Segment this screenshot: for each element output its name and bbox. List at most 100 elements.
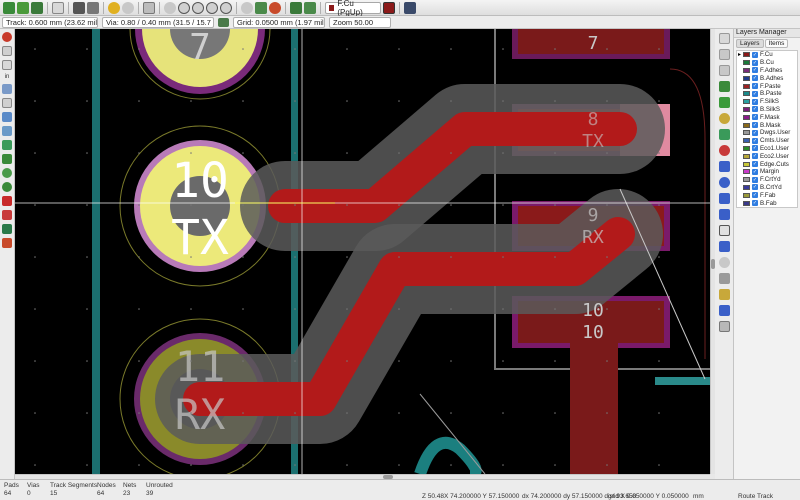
zone-fill-icon[interactable] xyxy=(2,140,12,150)
layer-row-b-mask[interactable]: ✓ B.Mask xyxy=(737,121,797,129)
layers-toggle-icon[interactable] xyxy=(2,224,12,234)
layer-row-b-cu[interactable]: ✓ B.Cu xyxy=(737,59,797,67)
pcb-drawing[interactable]: 7 10 TX 11 RX 7 8 TX 9 RX 10 10 xyxy=(15,29,710,474)
layer-color-swatch[interactable] xyxy=(743,177,750,183)
microwave-tools-icon[interactable] xyxy=(2,238,12,248)
set-origin-icon[interactable] xyxy=(718,289,730,300)
layer-row-b-crtyd[interactable]: ✓ B.CrtYd xyxy=(737,184,797,192)
layer-color-swatch[interactable] xyxy=(743,138,750,144)
layer-row-eco1-user[interactable]: ✓ Eco1.User xyxy=(737,145,797,153)
layer-visibility-checkbox[interactable]: ✓ xyxy=(752,90,758,97)
cursor-shape-icon[interactable] xyxy=(2,98,12,108)
layer-row-b-fab[interactable]: ✓ B.Fab xyxy=(737,199,797,207)
route-track-icon[interactable] xyxy=(718,97,730,108)
layer-row-f-crtyd[interactable]: ✓ F.CrtYd xyxy=(737,176,797,184)
grid-origin-icon[interactable] xyxy=(718,305,730,316)
layer-row-f-cu[interactable]: ▸ ✓ F.Cu xyxy=(737,51,797,59)
layer-visibility-checkbox[interactable]: ✓ xyxy=(752,106,758,113)
track-width-select[interactable]: Track: 0.600 mm (23.62 mils) ▾ xyxy=(2,16,98,28)
tab-layers[interactable]: Layers xyxy=(736,39,764,48)
zone-outline-icon[interactable] xyxy=(2,154,12,164)
drc-icon[interactable] xyxy=(269,1,281,14)
layer-row-f-mask[interactable]: ✓ F.Mask xyxy=(737,113,797,121)
layer-color-swatch[interactable] xyxy=(743,145,750,151)
layer-color-swatch[interactable] xyxy=(743,184,750,190)
via-size-select[interactable]: Via: 0.80 / 0.40 mm (31.5 / 15.7 mils) ▾ xyxy=(102,16,214,28)
grid-select[interactable]: Grid: 0.0500 mm (1.97 mils) xyxy=(233,16,325,28)
layer-row-f-fab[interactable]: ✓ F.Fab xyxy=(737,191,797,199)
layer-color-swatch[interactable] xyxy=(743,99,750,105)
undo-icon[interactable] xyxy=(108,1,120,14)
layer-color-swatch[interactable] xyxy=(743,200,750,206)
zoom-out-icon[interactable] xyxy=(192,1,204,14)
add-line-icon[interactable] xyxy=(718,161,730,172)
zoom-area-icon[interactable] xyxy=(220,1,232,14)
layer-visibility-checkbox[interactable]: ✓ xyxy=(752,114,758,121)
layer-color-swatch[interactable] xyxy=(743,122,750,128)
layer-visibility-checkbox[interactable]: ✓ xyxy=(752,122,758,129)
footprint-editor-icon[interactable] xyxy=(290,1,302,14)
grid-toggle-icon[interactable] xyxy=(2,46,12,56)
add-footprint-icon[interactable] xyxy=(718,81,730,92)
layer-pair-icon[interactable] xyxy=(383,1,395,14)
pad-sketch-icon[interactable] xyxy=(2,168,12,178)
track-tx[interactable] xyxy=(240,84,665,251)
redo-icon[interactable] xyxy=(122,1,134,14)
layer-visibility-checkbox[interactable]: ✓ xyxy=(752,59,758,66)
footprint-browser-icon[interactable] xyxy=(304,1,316,14)
zoom-select[interactable]: Zoom 50.00 xyxy=(329,16,391,28)
layer-color-swatch[interactable] xyxy=(743,75,750,81)
drc-off-icon[interactable] xyxy=(2,32,12,42)
layer-row-b-paste[interactable]: ✓ B.Paste xyxy=(737,90,797,98)
add-polygon-icon[interactable] xyxy=(718,209,730,220)
find-icon[interactable] xyxy=(143,1,155,14)
layer-row-f-adhes[interactable]: ✓ F.Adhes xyxy=(737,67,797,75)
layer-visibility-checkbox[interactable]: ✓ xyxy=(752,67,758,74)
layer-row-f-silks[interactable]: ✓ F.SilkS xyxy=(737,98,797,106)
save-icon[interactable] xyxy=(31,1,43,14)
layer-row-dwgs-user[interactable]: ✓ Dwgs.User xyxy=(737,129,797,137)
add-circle-icon[interactable] xyxy=(718,177,730,188)
auto-track-width-icon[interactable] xyxy=(218,17,229,27)
polar-coords-icon[interactable] xyxy=(2,60,12,70)
layer-color-swatch[interactable] xyxy=(743,153,750,159)
new-board-icon[interactable] xyxy=(3,1,15,14)
layer-visibility-checkbox[interactable]: ✓ xyxy=(752,184,758,191)
add-zone-icon[interactable] xyxy=(718,129,730,140)
rotate-icon[interactable] xyxy=(241,1,253,14)
local-ratsnest-icon[interactable] xyxy=(2,126,12,136)
layer-visibility-checkbox[interactable]: ✓ xyxy=(752,161,758,168)
layer-color-swatch[interactable] xyxy=(743,130,750,136)
add-text-icon[interactable] xyxy=(718,225,730,236)
add-keepout-icon[interactable] xyxy=(718,145,730,156)
add-dimension-icon[interactable] xyxy=(718,241,730,252)
layer-row-f-paste[interactable]: ✓ F.Paste xyxy=(737,82,797,90)
layer-color-swatch[interactable] xyxy=(743,91,750,97)
layer-color-swatch[interactable] xyxy=(743,161,750,167)
layer-color-swatch[interactable] xyxy=(743,52,750,58)
layer-color-swatch[interactable] xyxy=(743,192,750,198)
via-sketch-icon[interactable] xyxy=(2,182,12,192)
layer-visibility-checkbox[interactable]: ✓ xyxy=(752,83,758,90)
highlight-net-icon[interactable] xyxy=(718,49,730,60)
pcb-canvas[interactable]: 7 10 TX 11 RX 7 8 TX 9 RX 10 10 xyxy=(15,29,710,474)
layer-visibility-checkbox[interactable]: ✓ xyxy=(752,145,758,152)
layer-row-margin[interactable]: ✓ Margin xyxy=(737,168,797,176)
page-settings-icon[interactable] xyxy=(52,1,64,14)
tab-items[interactable]: Items xyxy=(764,39,789,48)
layer-row-edge-cuts[interactable]: ✓ Edge.Cuts xyxy=(737,160,797,168)
layer-visibility-checkbox[interactable]: ✓ xyxy=(752,98,758,105)
plot-icon[interactable] xyxy=(73,1,85,14)
layer-visibility-checkbox[interactable]: ✓ xyxy=(752,153,758,160)
units-inch-toggle[interactable]: in xyxy=(5,74,10,80)
layer-color-swatch[interactable] xyxy=(743,83,750,89)
layer-row-b-adhes[interactable]: ✓ B.Adhes xyxy=(737,74,797,82)
layer-visibility-checkbox[interactable]: ✓ xyxy=(752,168,758,175)
measure-icon[interactable] xyxy=(718,321,730,332)
layer-visibility-checkbox[interactable]: ✓ xyxy=(752,176,758,183)
layer-row-cmts-user[interactable]: ✓ Cmts.User xyxy=(737,137,797,145)
netlist-icon[interactable] xyxy=(255,1,267,14)
ratsnest-icon[interactable] xyxy=(2,112,12,122)
zoom-in-icon[interactable] xyxy=(178,1,190,14)
layer-visibility-checkbox[interactable]: ✓ xyxy=(752,129,758,136)
